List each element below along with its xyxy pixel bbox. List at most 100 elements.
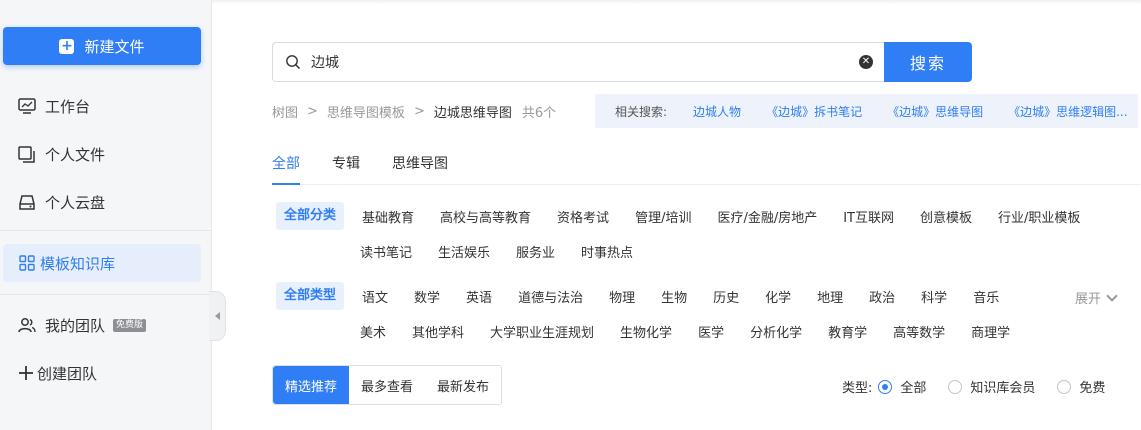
new-file-label: 新建文件: [84, 37, 145, 56]
radio-member[interactable]: [948, 379, 963, 394]
category-filter: 全部分类 基础教育 高校与高等教育 资格考试 管理/培训 医疗/金融/房地产 I…: [276, 202, 1080, 230]
category-all-chip[interactable]: 全部分类: [276, 202, 345, 230]
sort-latest[interactable]: 最新发布: [425, 366, 501, 404]
type-option[interactable]: 英语: [466, 287, 492, 306]
related-tag[interactable]: 《边城》拆书笔记: [766, 103, 862, 120]
radio-all-label[interactable]: 全部: [900, 377, 926, 396]
type-option[interactable]: 分析化学: [750, 322, 802, 341]
related-search-label: 相关搜索:: [615, 104, 668, 119]
category-option[interactable]: 读书笔记: [360, 242, 412, 261]
sidebar-item-label: 我的团队: [45, 316, 106, 335]
sidebar-item-label: 创建团队: [37, 364, 98, 383]
category-option[interactable]: 服务业: [516, 242, 555, 261]
category-option[interactable]: 资格考试: [557, 207, 609, 226]
category-option[interactable]: 医疗/金融/房地产: [717, 207, 817, 226]
sidebar-item-template-library[interactable]: 模板知识库: [3, 244, 201, 282]
sidebar-item-cloud-disk[interactable]: 个人云盘: [18, 187, 105, 217]
type-option[interactable]: 科学: [921, 287, 947, 306]
sidebar-item-workbench[interactable]: 工作台: [18, 91, 90, 121]
breadcrumb: 树图 > 思维导图模板 > 边城思维导图 共6个: [272, 102, 556, 121]
type-option[interactable]: 历史: [713, 287, 739, 306]
sidebar-item-label: 个人云盘: [45, 193, 106, 212]
chevron-right-icon: >: [307, 104, 318, 119]
sidebar-item-my-team[interactable]: 我的团队 免费版: [18, 310, 147, 340]
type-option[interactable]: 语文: [362, 287, 388, 306]
plus-icon: [19, 366, 33, 380]
type-option[interactable]: 生物化学: [620, 322, 672, 341]
tab-mindmaps[interactable]: 思维导图: [392, 153, 448, 183]
search-input[interactable]: 边城 ✕: [272, 42, 886, 82]
sidebar-item-label: 个人文件: [45, 145, 106, 164]
chevron-down-icon: [1106, 289, 1118, 302]
sort-featured[interactable]: 精选推荐: [273, 366, 350, 404]
clear-icon[interactable]: ✕: [859, 55, 873, 69]
type-option[interactable]: 物理: [609, 287, 635, 306]
breadcrumb-item[interactable]: 思维导图模板: [327, 102, 405, 121]
category-option[interactable]: 管理/培训: [635, 207, 691, 226]
category-option[interactable]: IT互联网: [843, 207, 894, 226]
sidebar-item-create-team[interactable]: 创建团队: [18, 358, 97, 388]
sidebar: + 新建文件 工作台 个人文件 个人云盘 模板知识库 我的团队 免费版 创建团队: [0, 0, 212, 430]
radio-member-label[interactable]: 知识库会员: [970, 377, 1035, 396]
tab-albums[interactable]: 专辑: [332, 153, 360, 183]
sidebar-item-personal-files[interactable]: 个人文件: [18, 139, 105, 169]
active-tab-indicator: [272, 183, 300, 185]
type-option[interactable]: 商理学: [971, 322, 1010, 341]
result-count: 共6个: [521, 106, 557, 121]
search-button[interactable]: 搜索: [884, 42, 972, 82]
divider: [272, 184, 1140, 185]
related-tag[interactable]: 《边城》思维逻辑图...: [1008, 103, 1127, 120]
breadcrumb-current: 边城思维导图: [433, 106, 512, 121]
type-option[interactable]: 美术: [360, 322, 386, 341]
chevron-left-icon: [214, 312, 220, 320]
type-option[interactable]: 道德与法治: [518, 287, 583, 306]
type-all-chip[interactable]: 全部类型: [276, 282, 345, 310]
radio-free[interactable]: [1057, 379, 1072, 394]
type-option[interactable]: 数学: [414, 287, 440, 306]
related-tag[interactable]: 边城人物: [693, 103, 741, 120]
radio-free-label[interactable]: 免费: [1079, 377, 1105, 396]
related-search: 相关搜索: 边城人物 《边城》拆书笔记 《边城》思维导图 《边城》思维逻辑图..…: [595, 94, 1138, 128]
sidebar-item-label: 工作台: [45, 97, 91, 116]
category-option[interactable]: 高校与高等教育: [440, 207, 531, 226]
type-filter: 全部类型 语文 数学 英语 道德与法治 物理 生物 历史 化学 地理 政治 科学…: [276, 282, 1025, 310]
grid-icon: [19, 255, 35, 271]
related-tag[interactable]: 《边城》思维导图: [887, 103, 983, 120]
type-option[interactable]: 其他学科: [412, 322, 464, 341]
expand-label: 展开: [1075, 292, 1102, 307]
type-option[interactable]: 教育学: [828, 322, 867, 341]
sidebar-item-label: 模板知识库: [40, 254, 116, 273]
sort-most-viewed[interactable]: 最多查看: [349, 366, 425, 404]
monitor-icon: [18, 98, 36, 114]
type-option[interactable]: 地理: [817, 287, 843, 306]
category-option[interactable]: 基础教育: [362, 207, 414, 226]
tab-all[interactable]: 全部: [272, 153, 300, 183]
breadcrumb-item[interactable]: 树图: [272, 102, 298, 121]
sidebar-collapse-handle[interactable]: [209, 291, 226, 341]
type-option[interactable]: 生物: [661, 287, 687, 306]
category-filter-row2: 读书笔记 生活娱乐 服务业 时事热点: [360, 242, 659, 261]
result-tabs: 全部 专辑 思维导图: [272, 153, 480, 183]
type-option[interactable]: 政治: [869, 287, 895, 306]
search-value: 边城: [311, 55, 339, 71]
type-option[interactable]: 化学: [765, 287, 791, 306]
type-option[interactable]: 医学: [698, 322, 724, 341]
plus-icon: +: [59, 37, 75, 54]
type-option[interactable]: 音乐: [973, 287, 999, 306]
divider: [0, 294, 211, 295]
top-edge: [212, 0, 1141, 4]
category-option[interactable]: 时事热点: [581, 242, 633, 261]
type-option[interactable]: 大学职业生涯规划: [490, 322, 594, 341]
category-option[interactable]: 生活娱乐: [438, 242, 490, 261]
category-option[interactable]: 行业/职业模板: [998, 207, 1080, 226]
type-radio-group: 类型: 全部 知识库会员 免费: [842, 377, 1105, 396]
team-icon: [18, 318, 36, 333]
cloud-disk-icon: [19, 194, 35, 210]
expand-button[interactable]: 展开: [1075, 288, 1118, 307]
type-option[interactable]: 高等数学: [893, 322, 945, 341]
new-file-button[interactable]: + 新建文件: [3, 27, 201, 65]
search-icon: [286, 55, 301, 70]
sort-tabs: 精选推荐 最多查看 最新发布: [272, 365, 503, 405]
radio-all[interactable]: [878, 379, 893, 394]
category-option[interactable]: 创意模板: [920, 207, 972, 226]
